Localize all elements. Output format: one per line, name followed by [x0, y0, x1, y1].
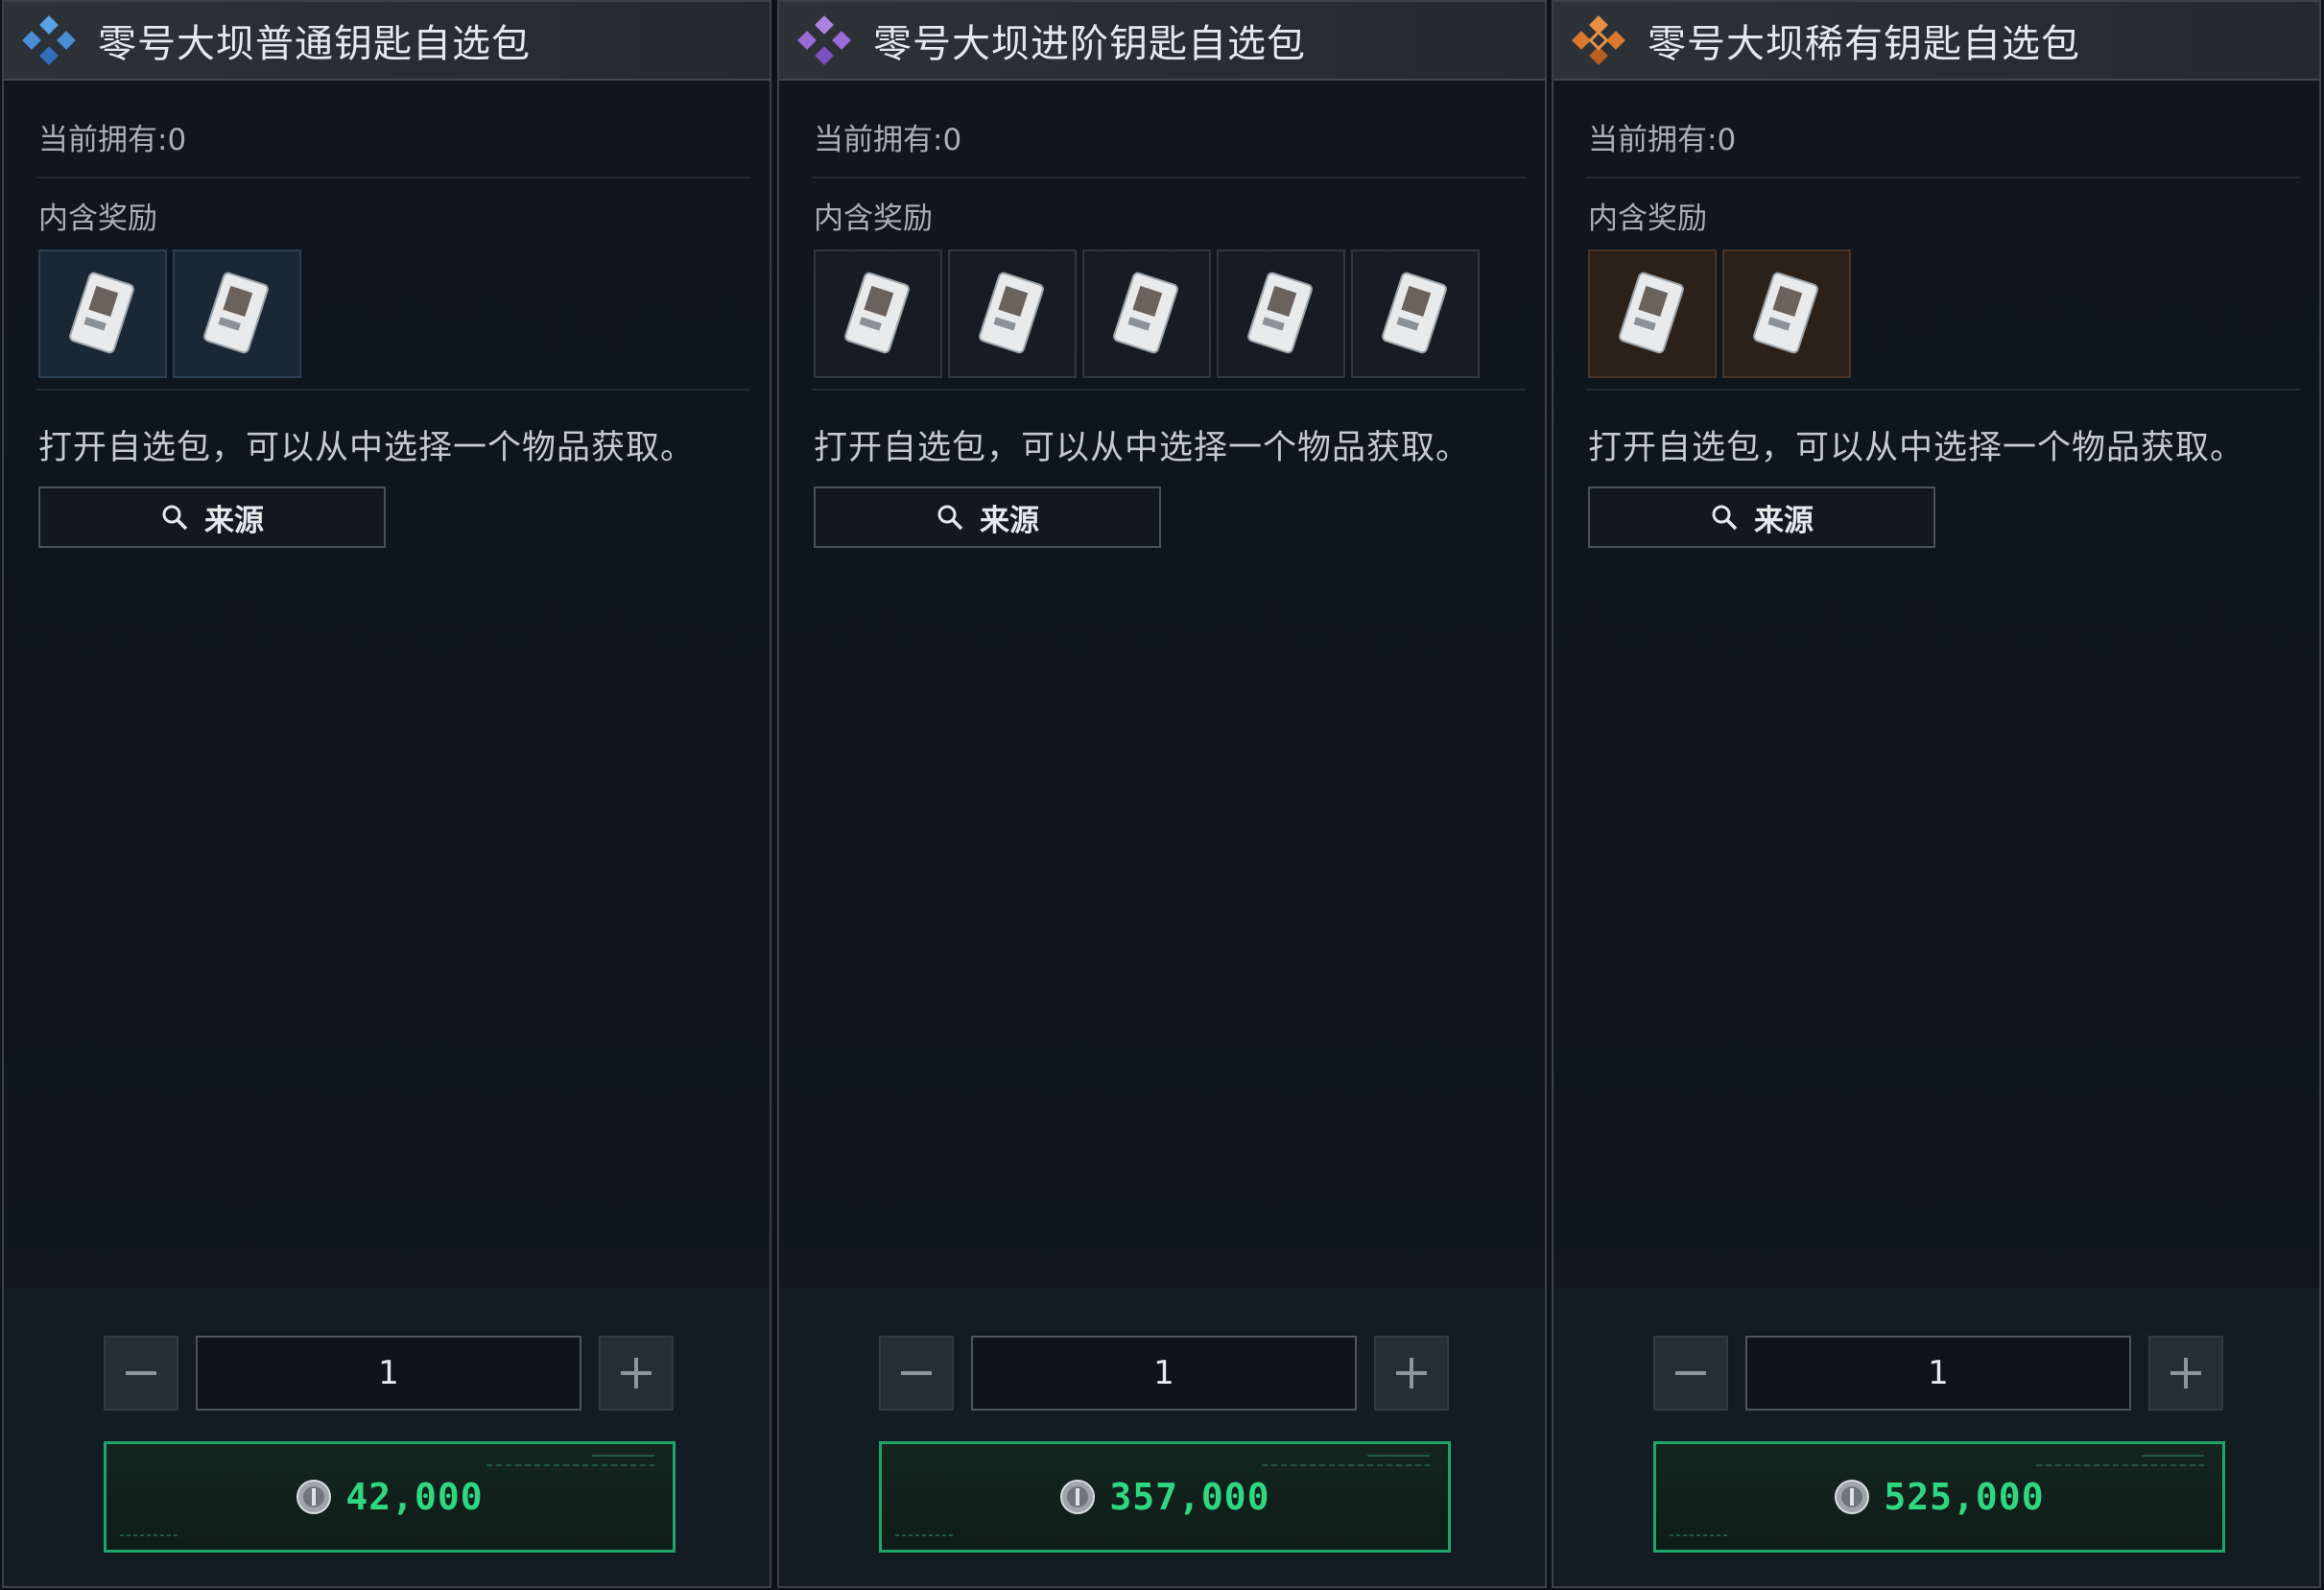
- rewards-list: [38, 249, 301, 378]
- rewards-label: 内含奖励: [1588, 202, 1707, 236]
- buy-button[interactable]: 357,000: [879, 1441, 1451, 1553]
- reward-item-key-card[interactable]: [1351, 249, 1480, 378]
- quantity-field[interactable]: 1: [196, 1336, 581, 1411]
- plus-icon: [1396, 1358, 1427, 1388]
- key-card-icon: [1113, 272, 1178, 354]
- divider: [812, 389, 1526, 391]
- decrease-quantity-button[interactable]: [104, 1336, 178, 1411]
- rewards-label: 内含奖励: [38, 202, 157, 236]
- decrease-quantity-button[interactable]: [1653, 1336, 1728, 1411]
- price-label: 42,000: [345, 1476, 484, 1518]
- panel-header: 零号大坝稀有钥匙自选包: [1553, 2, 2319, 81]
- panel-header: 零号大坝普通钥匙自选包: [4, 2, 770, 81]
- quantity-field[interactable]: 1: [1745, 1336, 2131, 1411]
- reward-item-key-card[interactable]: [1722, 249, 1851, 378]
- panel-title: 零号大坝稀有钥匙自选包: [1648, 22, 2080, 66]
- buy-button[interactable]: 42,000: [104, 1441, 676, 1553]
- price-label: 357,000: [1109, 1476, 1270, 1518]
- minus-icon: [126, 1371, 156, 1375]
- decrease-quantity-button[interactable]: [879, 1336, 954, 1411]
- key-card-icon: [1382, 272, 1447, 354]
- decorative-lines: [1262, 1455, 1430, 1466]
- rarity-diamond-blue-icon: [22, 15, 76, 65]
- search-icon: [162, 505, 188, 531]
- source-button-label: 来源: [204, 503, 264, 538]
- panel-header: 零号大坝进阶钥匙自选包: [779, 2, 1545, 81]
- owned-count: 当前拥有:0: [38, 123, 187, 157]
- key-card-icon: [1619, 272, 1684, 354]
- divider: [36, 177, 750, 178]
- decorative-lines: [486, 1455, 654, 1466]
- source-button[interactable]: 来源: [1588, 486, 1935, 548]
- divider: [1586, 177, 2300, 178]
- source-button-label: 来源: [980, 503, 1039, 538]
- key-card-icon: [1247, 272, 1313, 354]
- reward-item-key-card[interactable]: [1588, 249, 1717, 378]
- rarity-diamond-purple-icon: [797, 15, 851, 65]
- owned-count: 当前拥有:0: [814, 123, 962, 157]
- divider: [812, 177, 1526, 178]
- pack-description: 打开自选包，可以从中选择一个物品获取。: [1588, 429, 2245, 467]
- decorative-lines: [1670, 1534, 1727, 1536]
- coin-icon: [1060, 1480, 1096, 1514]
- quantity-field[interactable]: 1: [971, 1336, 1357, 1411]
- source-button[interactable]: 来源: [814, 486, 1161, 548]
- increase-quantity-button[interactable]: [1374, 1336, 1449, 1411]
- rarity-diamond-orange-icon: [1572, 15, 1625, 65]
- key-card-icon: [69, 272, 134, 354]
- rewards-list: [814, 249, 1480, 378]
- decorative-lines: [895, 1534, 953, 1536]
- minus-icon: [1675, 1371, 1706, 1375]
- buy-button[interactable]: 525,000: [1653, 1441, 2225, 1553]
- reward-item-key-card[interactable]: [1217, 249, 1345, 378]
- panel-title: 零号大坝普通钥匙自选包: [98, 22, 531, 66]
- reward-item-key-card[interactable]: [1082, 249, 1211, 378]
- minus-icon: [901, 1371, 932, 1375]
- search-icon: [1712, 505, 1738, 531]
- panel-advanced-key-pack: 零号大坝进阶钥匙自选包 当前拥有:0 内含奖励 打开自选包，可以从中选择一个物品…: [777, 0, 1547, 1588]
- reward-item-key-card[interactable]: [948, 249, 1077, 378]
- rewards-label: 内含奖励: [814, 202, 933, 236]
- key-card-icon: [844, 272, 910, 354]
- reward-item-key-card[interactable]: [814, 249, 942, 378]
- pack-description: 打开自选包，可以从中选择一个物品获取。: [814, 429, 1471, 467]
- reward-item-key-card[interactable]: [173, 249, 301, 378]
- owned-count: 当前拥有:0: [1588, 123, 1737, 157]
- divider: [36, 389, 750, 391]
- search-icon: [937, 505, 963, 531]
- key-pack-panels: 零号大坝普通钥匙自选包 当前拥有:0 内含奖励 打开自选包，可以从中选择一个物品…: [0, 0, 2324, 1590]
- plus-icon: [2170, 1358, 2201, 1388]
- decorative-lines: [2036, 1455, 2204, 1466]
- coin-icon: [296, 1480, 332, 1514]
- panel-title: 零号大坝进阶钥匙自选包: [873, 22, 1306, 66]
- panel-common-key-pack: 零号大坝普通钥匙自选包 当前拥有:0 内含奖励 打开自选包，可以从中选择一个物品…: [2, 0, 771, 1588]
- coin-icon: [1835, 1480, 1870, 1514]
- price-label: 525,000: [1884, 1476, 2045, 1518]
- source-button-label: 来源: [1754, 503, 1814, 538]
- reward-item-key-card[interactable]: [38, 249, 167, 378]
- increase-quantity-button[interactable]: [599, 1336, 674, 1411]
- key-card-icon: [203, 272, 269, 354]
- decorative-lines: [120, 1534, 178, 1536]
- source-button[interactable]: 来源: [38, 486, 386, 548]
- pack-description: 打开自选包，可以从中选择一个物品获取。: [38, 429, 696, 467]
- divider: [1586, 389, 2300, 391]
- plus-icon: [621, 1358, 652, 1388]
- key-card-icon: [1753, 272, 1818, 354]
- key-card-icon: [979, 272, 1044, 354]
- increase-quantity-button[interactable]: [2148, 1336, 2223, 1411]
- rewards-list: [1588, 249, 1851, 378]
- panel-rare-key-pack: 零号大坝稀有钥匙自选包 当前拥有:0 内含奖励 打开自选包，可以从中选择一个物品…: [1552, 0, 2321, 1588]
